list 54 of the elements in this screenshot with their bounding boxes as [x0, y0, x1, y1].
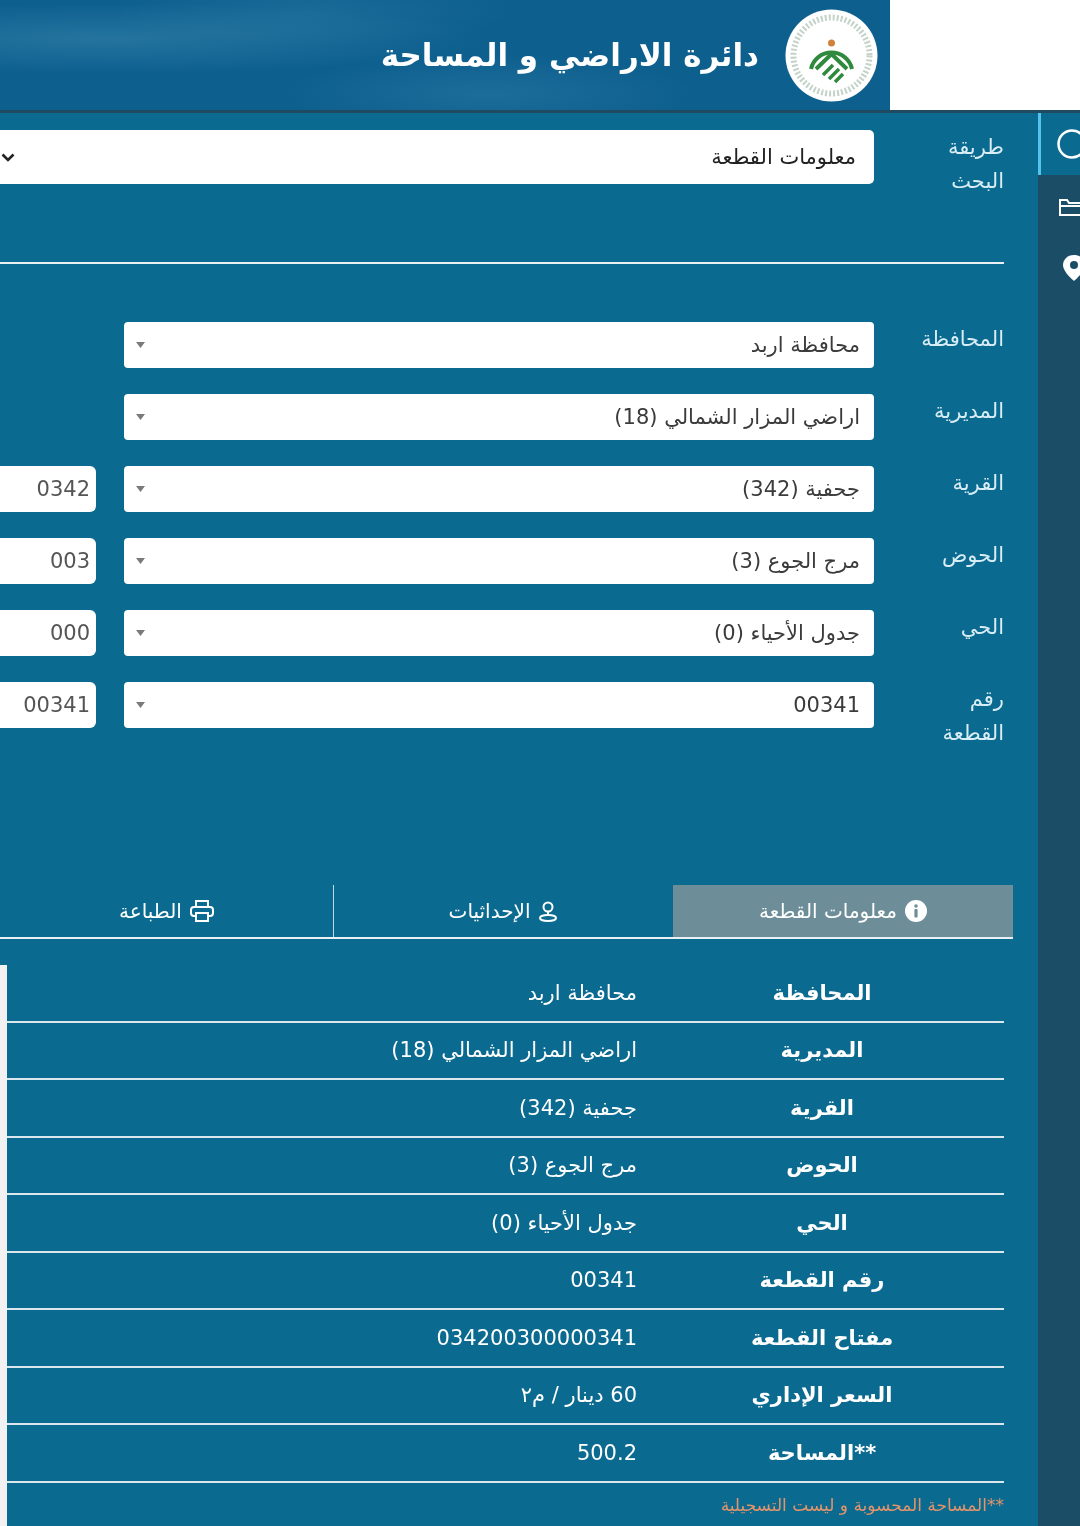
code-field[interactable]: 000: [0, 610, 96, 656]
detail-value: اراضي المزار الشمالي (18): [391, 1038, 638, 1063]
field-label: الحوض: [941, 542, 1004, 569]
field-dropdown[interactable]: جدول الأحياء (0): [124, 610, 874, 656]
footnote: **المساحة المحسوبة و ليست التسجيلية: [720, 1494, 1004, 1515]
tab[interactable]: معلومات القطعة: [673, 885, 1013, 937]
tab[interactable]: الطباعة: [0, 885, 333, 937]
logo-icon: [785, 8, 878, 102]
field-label: الحي: [960, 614, 1004, 641]
field-dropdown[interactable]: مرج الجوع (3): [124, 538, 874, 584]
toolbar-button[interactable]: [1038, 113, 1080, 175]
chevron-down-icon: [1, 152, 15, 162]
caret-icon: [136, 486, 145, 492]
detail-label: السعر الإداري: [751, 1383, 893, 1408]
detail-value: 500.2: [576, 1440, 638, 1465]
person-pin-icon: [538, 900, 559, 922]
detail-label: المحافظة: [772, 980, 872, 1005]
caret-icon: [136, 630, 145, 636]
field-dropdown[interactable]: اراضي المزار الشمالي (18): [124, 394, 874, 440]
detail-label: القرية: [790, 1095, 854, 1120]
field-dropdown[interactable]: 00341: [124, 682, 874, 728]
code-field[interactable]: 00341: [0, 682, 96, 728]
detail-label: الحي: [796, 1210, 848, 1235]
search-icon: [1056, 128, 1080, 160]
field-label: المحافظة: [921, 326, 1004, 353]
caret-icon: [136, 558, 145, 564]
detail-label: المديرية: [780, 1038, 864, 1063]
info-icon: [904, 900, 927, 922]
code-field[interactable]: 0342: [0, 466, 96, 512]
detail-value: محافظة اربد: [527, 980, 638, 1005]
search-method-dropdown[interactable]: معلومات القطعة: [0, 130, 874, 184]
caret-icon: [136, 702, 145, 708]
detail-value: 60 دينار / م٢: [520, 1383, 638, 1408]
caret-icon: [136, 342, 145, 348]
printer-icon: [189, 900, 214, 922]
search-method-label: طريقة البحث: [947, 134, 1004, 195]
field-label: المديرية: [934, 398, 1004, 425]
detail-label: الحوض: [786, 1153, 858, 1178]
detail-value: جحفية (342): [519, 1095, 638, 1120]
detail-label: رقم القطعة: [759, 1268, 885, 1293]
field-label: القرية: [952, 470, 1004, 497]
code-field[interactable]: 003: [0, 538, 96, 584]
detail-label: مفتاح القطعة: [750, 1325, 894, 1350]
field-dropdown[interactable]: جحفية (342): [124, 466, 874, 512]
app-title: دائرة الاراضي و المساحة: [380, 37, 759, 73]
caret-icon: [136, 414, 145, 420]
detail-value: مرج الجوع (3): [508, 1153, 638, 1178]
detail-value: 034200300000341: [436, 1325, 638, 1350]
detail-label: **المساحة: [767, 1440, 877, 1465]
field-dropdown[interactable]: محافظة اربد: [124, 322, 874, 368]
tab[interactable]: الإحداثيات: [333, 885, 673, 937]
detail-value: 00341: [570, 1268, 638, 1293]
detail-value: جدول الأحياء (0): [491, 1210, 638, 1235]
field-label: رقم القطعة: [942, 686, 1004, 747]
